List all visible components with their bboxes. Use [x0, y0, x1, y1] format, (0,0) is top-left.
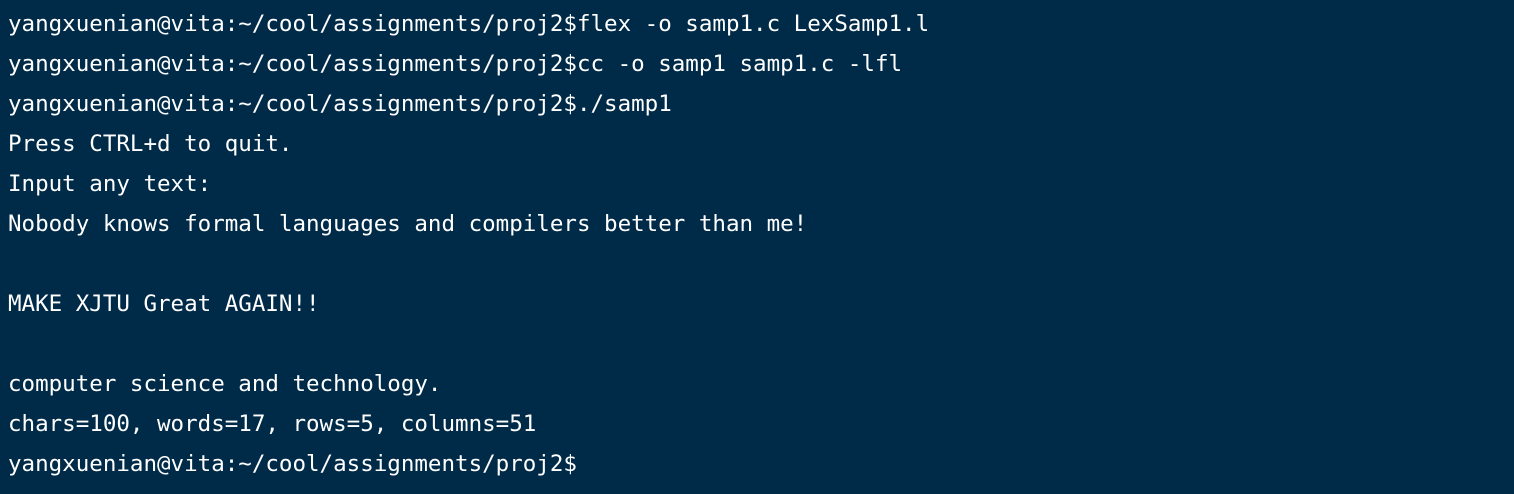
terminal-line-command-flex: yangxuenian@vita:~/cool/assignments/proj… — [8, 11, 930, 37]
terminal-line-current-prompt[interactable]: yangxuenian@vita:~/cool/assignments/proj… — [8, 444, 1506, 484]
terminal-window[interactable]: yangxuenian@vita:~/cool/assignments/proj… — [0, 0, 1514, 494]
terminal-line-output-input-prompt: Input any text: — [8, 171, 212, 197]
terminal-line-user-input-1: Nobody knows formal languages and compil… — [8, 211, 808, 237]
terminal-line-output-stats: chars=100, words=17, rows=5, columns=51 — [8, 411, 537, 437]
terminal-line-command-run: yangxuenian@vita:~/cool/assignments/proj… — [8, 91, 672, 117]
shell-prompt: yangxuenian@vita:~/cool/assignments/proj… — [8, 451, 577, 477]
terminal-line-blank-2 — [8, 324, 1506, 364]
terminal-line-user-input-3: computer science and technology. — [8, 371, 442, 397]
terminal-line-user-input-2: MAKE XJTU Great AGAIN!! — [8, 291, 320, 317]
terminal-line-output-quit-hint: Press CTRL+d to quit. — [8, 131, 293, 157]
terminal-line-blank-1 — [8, 244, 1506, 284]
terminal-line-command-cc: yangxuenian@vita:~/cool/assignments/proj… — [8, 51, 903, 77]
